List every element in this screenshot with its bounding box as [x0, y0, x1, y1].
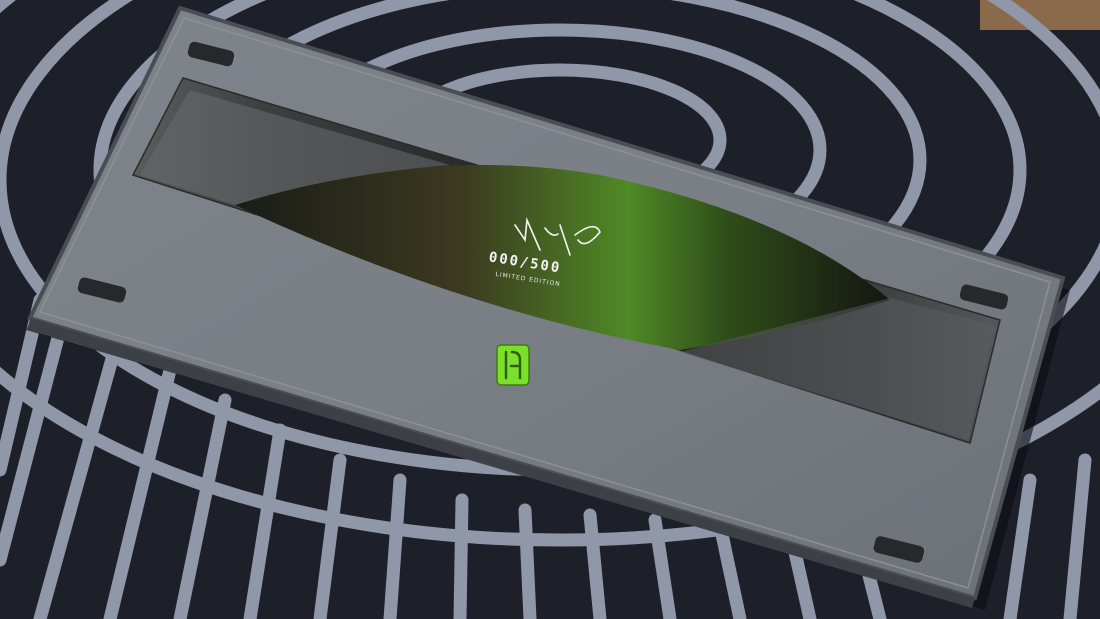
scene-svg [0, 0, 1100, 619]
photo-scene: 000/500 LIMITED EDITION [0, 0, 1100, 619]
